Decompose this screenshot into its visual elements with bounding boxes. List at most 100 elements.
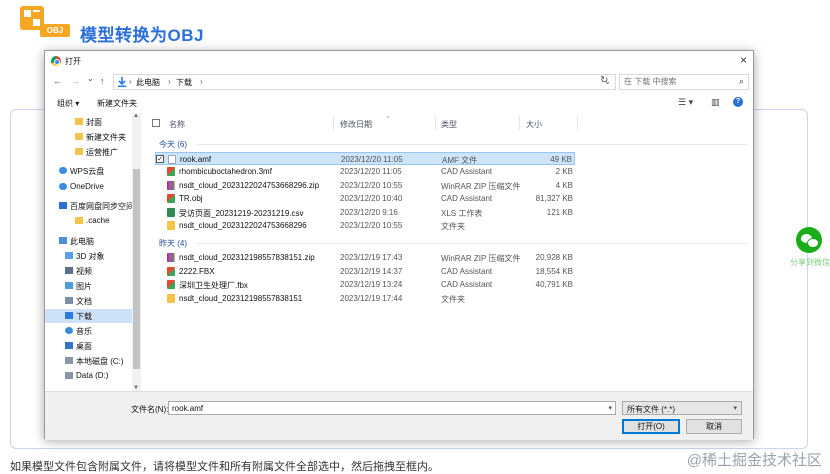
scrollbar-thumb[interactable] bbox=[133, 169, 140, 369]
column-date[interactable]: 修改日期 bbox=[340, 119, 372, 130]
column-name[interactable]: 名称 bbox=[169, 119, 185, 130]
zip-icon bbox=[167, 180, 175, 190]
sidebar-item[interactable]: 本地磁盘 (C:) bbox=[45, 354, 132, 368]
filename-input[interactable] bbox=[172, 404, 592, 413]
zip-icon bbox=[167, 253, 175, 263]
sidebar-scrollbar[interactable]: ▲ ▼ bbox=[132, 113, 141, 391]
search-input[interactable] bbox=[624, 77, 724, 86]
filetype-value: 所有文件 (*.*) bbox=[627, 405, 675, 414]
sidebar-item[interactable]: 桌面 bbox=[45, 339, 132, 353]
search-box[interactable]: ⌕ bbox=[619, 74, 749, 90]
file-type: CAD Assistant bbox=[441, 194, 493, 204]
file-row[interactable]: nsdt_cloud_202312202475366829​6 2023/12/2… bbox=[155, 219, 575, 232]
sidebar-item[interactable]: .cache bbox=[45, 214, 132, 228]
chrome-icon bbox=[51, 56, 61, 66]
file-name: nsdt_cloud_20231220247536682​96.zip bbox=[179, 180, 320, 190]
sort-indicator-icon: ⌄ bbox=[385, 113, 391, 120]
dialog-footer: 文件名(N): ▾ 所有文件 (*.*) ▾ 打开(O) 取消 bbox=[45, 391, 753, 440]
forward-arrow-icon[interactable]: → bbox=[71, 75, 80, 87]
cloud-icon bbox=[59, 167, 67, 174]
sidebar-item[interactable]: 封面 bbox=[45, 115, 132, 129]
sidebar-item[interactable]: 图片 bbox=[45, 279, 132, 293]
address-bar[interactable]: › 此电脑 › 下载 › ⌄ bbox=[113, 74, 616, 90]
sidebar-item-label: 封面 bbox=[86, 118, 102, 127]
sidebar-item[interactable]: 音乐 bbox=[45, 324, 132, 338]
cad-file-icon bbox=[167, 194, 175, 204]
breadcrumb-separator: › bbox=[129, 77, 132, 86]
folder-icon bbox=[75, 148, 83, 155]
sidebar-item[interactable]: 新建文件夹 bbox=[45, 130, 132, 144]
sidebar-item-label: Data (D:) bbox=[76, 371, 109, 380]
search-icon[interactable]: ⌕ bbox=[739, 76, 744, 87]
close-icon[interactable]: × bbox=[740, 53, 747, 67]
select-all-checkbox[interactable] bbox=[152, 119, 160, 127]
wechat-label[interactable]: 分享到微信 bbox=[790, 257, 830, 268]
sidebar-item[interactable]: 下载 bbox=[45, 309, 132, 323]
folder-icon bbox=[167, 221, 175, 230]
file-row[interactable]: 2222.FBX 2023/12/19 14:37 CAD Assistant 18,… bbox=[155, 265, 575, 278]
sidebar-item[interactable]: OneDrive bbox=[45, 180, 132, 194]
cancel-button[interactable]: 取消 bbox=[686, 419, 742, 434]
sidebar-item[interactable]: 百度网盘同步空间 bbox=[45, 199, 134, 213]
recent-locations-icon[interactable]: ⌄ bbox=[87, 73, 94, 85]
file-type: WinRAR ZIP 压缩文件 bbox=[441, 254, 521, 264]
organize-menu[interactable]: 组织 ▾ bbox=[57, 98, 79, 109]
group-header[interactable]: 昨天 (4) bbox=[159, 238, 187, 249]
new-folder-button[interactable]: 新建文件夹 bbox=[97, 98, 137, 109]
page: OBJ 模型转换为OBJ 如果模型文件包含附属文件，请将模型文件和所有附属文件全… bbox=[0, 0, 830, 474]
sidebar-item[interactable]: 3D 对象 bbox=[45, 249, 132, 263]
file-row[interactable]: nsdt_cloud_202312198557838151 2023/12/19 … bbox=[155, 292, 575, 305]
filename-field[interactable]: ▾ bbox=[168, 401, 616, 415]
column-type[interactable]: 类型 bbox=[441, 119, 457, 130]
file-row[interactable]: rhombicuboctahedron.3mf 2023/12/20 11:05 C… bbox=[155, 165, 575, 178]
file-date: 2023/12/20 10:55 bbox=[340, 221, 403, 230]
sidebar-item-label: OneDrive bbox=[70, 182, 104, 191]
file-date: 2023/12/20 11:05 bbox=[341, 155, 403, 164]
up-arrow-icon[interactable]: ↑ bbox=[100, 75, 105, 87]
sidebar-item[interactable]: 视频 bbox=[45, 264, 132, 278]
file-size: 81,327 KB bbox=[535, 194, 573, 204]
refresh-icon[interactable]: ↻ bbox=[600, 75, 608, 86]
dialog-title: 打开 bbox=[65, 57, 81, 66]
preview-pane-icon[interactable]: ▥ bbox=[711, 97, 720, 108]
group-header[interactable]: 今天 (6) bbox=[159, 139, 187, 150]
chevron-down-icon[interactable]: ▾ bbox=[608, 404, 612, 412]
download-folder-icon bbox=[118, 77, 126, 87]
view-options-icon[interactable]: ☰ ▾ bbox=[678, 97, 693, 108]
column-size[interactable]: 大小 bbox=[526, 119, 542, 130]
sidebar-item[interactable]: 运营推广 bbox=[45, 145, 132, 159]
file-row[interactable]: 深圳卫生处理厂.fbx 2023/12/19 13:24 CAD Assistant… bbox=[155, 278, 575, 291]
breadcrumb-separator: › bbox=[200, 77, 203, 86]
sidebar-item[interactable]: 文档 bbox=[45, 294, 132, 308]
breadcrumb-this-pc[interactable]: 此电脑 bbox=[136, 77, 160, 88]
file-type: 文件夹 bbox=[441, 222, 465, 231]
file-row[interactable]: 受访页面_20231219-20231219.csv 2023/12/20 9:1… bbox=[155, 206, 575, 219]
file-row[interactable]: ✓ rook.amf 2023/12/20 11:05 AMF 文件 49 KB bbox=[155, 152, 575, 165]
chevron-down-icon[interactable]: ▾ bbox=[733, 404, 737, 412]
sidebar-item[interactable]: WPS云盘 bbox=[45, 164, 132, 178]
breadcrumb-downloads[interactable]: 下载 bbox=[176, 77, 192, 88]
page-title: 模型转换为OBJ bbox=[80, 26, 204, 45]
open-button[interactable]: 打开(O) bbox=[622, 419, 680, 434]
file-row[interactable]: nsdt_cloud_20231220247536682​96.zip 2023/… bbox=[155, 179, 575, 192]
file-size: 40,791 KB bbox=[535, 280, 573, 290]
scroll-up-icon[interactable]: ▲ bbox=[133, 113, 139, 119]
help-icon[interactable]: ? bbox=[733, 97, 743, 107]
file-name: nsdt_cloud_202312198557838151 bbox=[179, 293, 303, 303]
sidebar-item[interactable]: 此电脑 bbox=[45, 234, 132, 248]
back-arrow-icon[interactable]: ← bbox=[53, 75, 62, 87]
folder-icon bbox=[75, 133, 83, 140]
sidebar-item-label: 新建文件夹 bbox=[86, 133, 126, 142]
file-type: AMF 文件 bbox=[442, 156, 478, 165]
cad-file-icon bbox=[167, 266, 175, 276]
wechat-icon[interactable] bbox=[796, 227, 822, 253]
file-date: 2023/12/19 13:24 bbox=[340, 280, 403, 290]
file-row[interactable]: TR.obj 2023/12/20 10:40 CAD Assistant 81,32… bbox=[155, 192, 575, 205]
sidebar-item[interactable]: Data (D:) bbox=[45, 369, 132, 383]
sidebar-item-label: 此电脑 bbox=[70, 237, 94, 246]
file-name: 2222.FBX bbox=[179, 266, 215, 276]
file-row[interactable]: nsdt_cloud_202312198557838151.zip 2023/12… bbox=[155, 251, 575, 264]
row-checkbox[interactable]: ✓ bbox=[156, 155, 164, 163]
file-type: CAD Assistant bbox=[441, 167, 493, 177]
filetype-select[interactable]: 所有文件 (*.*) ▾ bbox=[622, 401, 742, 415]
